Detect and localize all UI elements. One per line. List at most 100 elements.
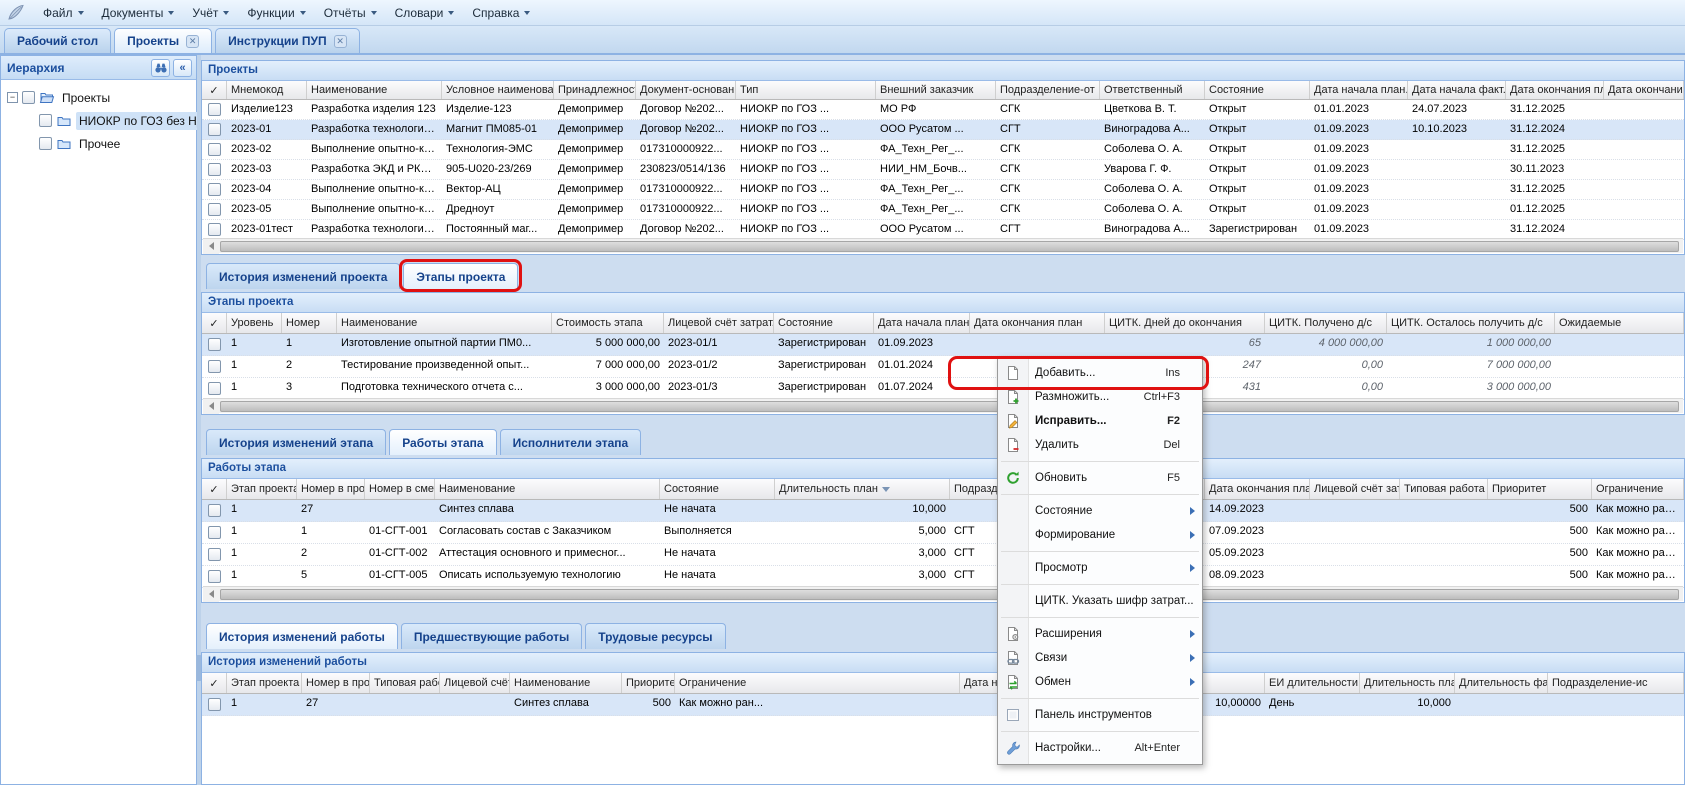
context-menu-item[interactable]: Исправить...F2	[998, 409, 1202, 433]
scroll-left-icon[interactable]	[203, 587, 219, 602]
column-header[interactable]: Наименование	[307, 81, 442, 99]
context-menu-item[interactable]: ЦИТК. Указать шифр затрат...	[998, 589, 1202, 613]
tab-Этапы проекта[interactable]: Этапы проекта	[403, 263, 518, 289]
column-header[interactable]: Этап проекта	[227, 479, 297, 499]
row-checkbox[interactable]	[208, 183, 221, 196]
context-menu-item[interactable]: Связи	[998, 646, 1202, 670]
table-row[interactable]: 2023-04Выполнение опытно-конс...Вектор-А…	[202, 180, 1684, 200]
column-header[interactable]: Дата окончания пл	[1506, 81, 1604, 99]
row-checkbox[interactable]	[208, 338, 221, 351]
horizontal-scrollbar[interactable]	[203, 398, 1683, 413]
column-header[interactable]: Ответственный	[1100, 81, 1205, 99]
horizontal-scrollbar[interactable]	[203, 238, 1683, 253]
column-header[interactable]: Стоимость этапа	[552, 313, 664, 333]
table-row[interactable]: 1101-СГТ-001Согласовать состав с Заказчи…	[202, 522, 1684, 544]
table-row[interactable]: 127Синтез сплава500Как можно ран...10,00…	[202, 694, 1684, 716]
column-header[interactable]: Принадлежность	[554, 81, 636, 99]
column-header[interactable]: Подразделение-от	[996, 81, 1100, 99]
column-header[interactable]: Приоритет	[622, 673, 675, 693]
row-checkbox[interactable]	[208, 698, 221, 711]
menubar-item-Функции[interactable]: Функции	[238, 3, 314, 23]
collapse-panel-icon[interactable]: «	[173, 59, 192, 77]
column-header[interactable]: Типовая работа	[1400, 479, 1488, 499]
column-header[interactable]: ✓	[202, 81, 227, 99]
scroll-left-icon[interactable]	[203, 399, 219, 414]
row-checkbox[interactable]	[208, 223, 221, 236]
close-icon[interactable]: ✕	[186, 35, 199, 48]
context-menu-item[interactable]: Настройки...Alt+Enter	[998, 736, 1202, 760]
column-header[interactable]: Номер в смете	[365, 479, 435, 499]
column-header[interactable]: Ожидаемые	[1555, 313, 1684, 333]
table-row[interactable]: 2023-01Разработка технологии и...Магнит …	[202, 120, 1684, 140]
context-menu-item[interactable]: Просмотр	[998, 556, 1202, 580]
context-menu-item[interactable]: Обмен	[998, 670, 1202, 694]
table-row[interactable]: 1501-СГТ-005Описать используемую техноло…	[202, 566, 1684, 588]
column-header[interactable]: Длительность фак	[1455, 673, 1548, 693]
column-header[interactable]: Наименование	[510, 673, 622, 693]
table-row[interactable]: 127Синтез сплаваНе начата10,00014.09.202…	[202, 500, 1684, 522]
row-checkbox[interactable]	[208, 504, 221, 517]
table-row[interactable]: 2023-05Выполнение опытно-конс...Дредноут…	[202, 200, 1684, 220]
scrollbar-thumb[interactable]	[220, 589, 1679, 600]
column-header[interactable]: ЦИТК. Дней до окончания	[1105, 313, 1265, 333]
table-row[interactable]: 2023-01тестРазработка технологии и...Пос…	[202, 220, 1684, 240]
column-header[interactable]: Длительность пла	[1360, 673, 1455, 693]
context-menu-item[interactable]: Состояние	[998, 499, 1202, 523]
table-row[interactable]: 11Изготовление опытной партии ПМ0...5 00…	[202, 334, 1684, 356]
window-tab[interactable]: Рабочий стол	[4, 28, 111, 53]
column-header[interactable]: Номер в проекте	[302, 673, 370, 693]
column-header[interactable]: Дата окончания план	[970, 313, 1105, 333]
context-menu-item[interactable]: Расширения	[998, 622, 1202, 646]
column-header[interactable]: Номер в проекте	[297, 479, 365, 499]
tree-item[interactable]: −Проекты	[3, 86, 194, 109]
column-header[interactable]: Документ-основан	[636, 81, 736, 99]
row-checkbox[interactable]	[208, 143, 221, 156]
table-row[interactable]: 2023-02Выполнение опытно-конс...Технолог…	[202, 140, 1684, 160]
column-header[interactable]: Номер	[282, 313, 337, 333]
menubar-item-Учёт[interactable]: Учёт	[183, 3, 238, 23]
column-header[interactable]: Мнемокод	[227, 81, 307, 99]
context-menu-item[interactable]: ОбновитьF5	[998, 466, 1202, 490]
context-menu-item[interactable]: Панель инструментов	[998, 703, 1202, 727]
column-header[interactable]: Уровень	[227, 313, 282, 333]
tab-История изменений проекта[interactable]: История изменений проекта	[206, 263, 400, 289]
column-header[interactable]: Длительность план	[775, 479, 950, 499]
tree-item[interactable]: НИОКР по ГОЗ без НДС	[3, 109, 194, 132]
tab-Предшествующие работы[interactable]: Предшествующие работы	[401, 623, 582, 649]
column-header[interactable]: ✓	[202, 313, 227, 333]
tab-Работы этапа[interactable]: Работы этапа	[389, 429, 496, 455]
column-header[interactable]: ✓	[202, 673, 227, 693]
column-header[interactable]: Лицевой счёт затрат.	[664, 313, 774, 333]
column-header[interactable]: Дата начала план	[874, 313, 970, 333]
menubar-item-Файл[interactable]: Файл	[34, 3, 93, 23]
column-header[interactable]: Приоритет	[1488, 479, 1592, 499]
tree-checkbox[interactable]	[39, 137, 52, 150]
window-tab[interactable]: Инструкции ПУП✕	[215, 28, 359, 53]
column-header[interactable]: Дата начала план.	[1310, 81, 1408, 99]
column-header[interactable]: Дата окончания план	[1205, 479, 1310, 499]
column-header[interactable]: Этап проекта	[227, 673, 302, 693]
menubar-item-Словари[interactable]: Словари	[386, 3, 464, 23]
close-icon[interactable]: ✕	[334, 35, 347, 48]
tab-Исполнители этапа[interactable]: Исполнители этапа	[500, 429, 642, 455]
row-checkbox[interactable]	[208, 382, 221, 395]
menubar-item-Документы[interactable]: Документы	[93, 3, 184, 23]
row-checkbox[interactable]	[208, 123, 221, 136]
column-header[interactable]: Типовая работа	[370, 673, 440, 693]
menubar-item-Справка[interactable]: Справка	[463, 3, 539, 23]
column-header[interactable]: Тип	[736, 81, 876, 99]
table-row[interactable]: 1201-СГТ-002Аттестация основного и приме…	[202, 544, 1684, 566]
column-header[interactable]: Лицевой счёт затр	[1310, 479, 1400, 499]
column-header[interactable]: Дата начала факт.	[1408, 81, 1506, 99]
tree-expander-icon[interactable]: −	[7, 92, 18, 103]
horizontal-scrollbar[interactable]	[203, 586, 1683, 601]
column-header[interactable]: ЕИ длительности	[1265, 673, 1360, 693]
column-header[interactable]: Ограничение	[1592, 479, 1684, 499]
context-menu-item[interactable]: Добавить...Ins	[998, 361, 1202, 385]
column-header[interactable]: ЦИТК. Получено д/с	[1265, 313, 1387, 333]
column-header[interactable]: Наименование	[435, 479, 660, 499]
tab-Трудовые ресурсы[interactable]: Трудовые ресурсы	[585, 623, 725, 649]
search-icon[interactable]	[151, 59, 170, 77]
menubar-item-Отчёты[interactable]: Отчёты	[315, 3, 386, 23]
column-header[interactable]: Ограничение	[675, 673, 960, 693]
